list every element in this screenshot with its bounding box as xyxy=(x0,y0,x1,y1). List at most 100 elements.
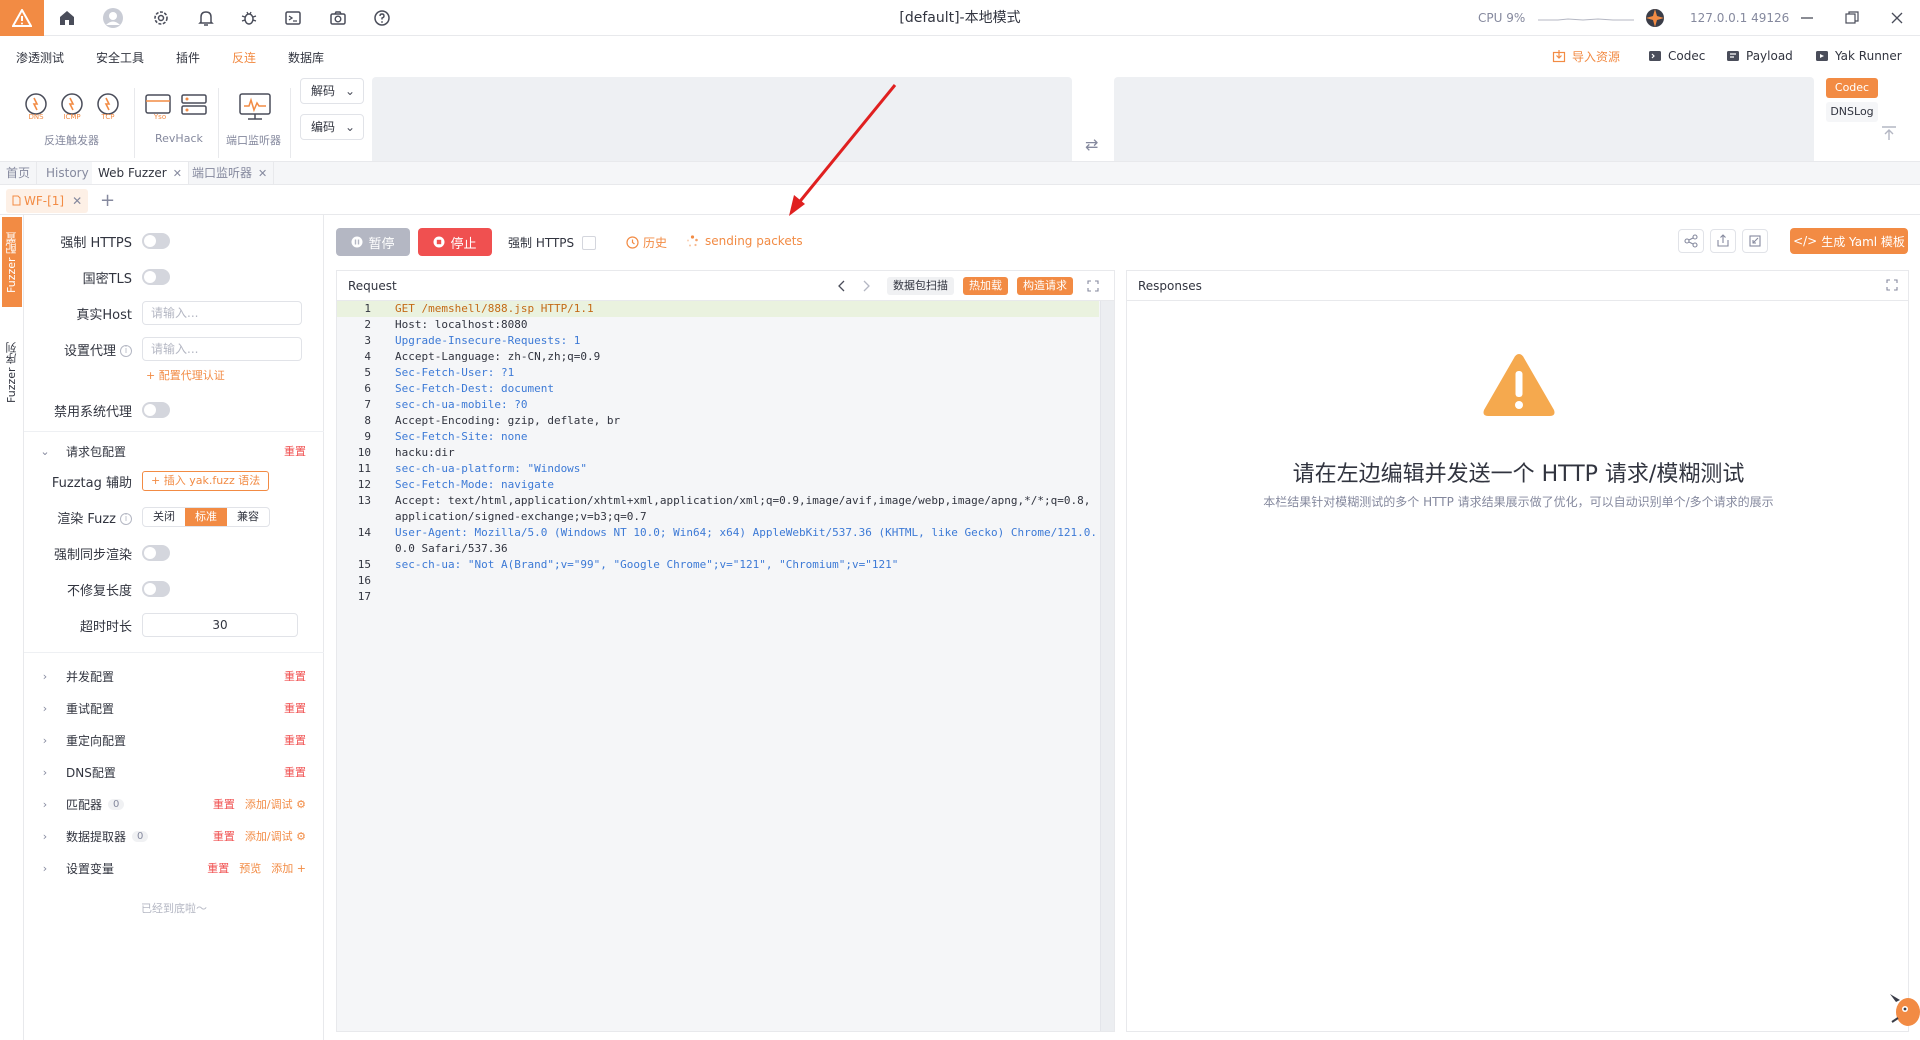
close-tab-icon[interactable]: ✕ xyxy=(173,167,182,180)
decode-select[interactable]: 解码 ⌄ xyxy=(300,78,364,104)
close-icon[interactable] xyxy=(1885,6,1909,30)
info-icon: i xyxy=(120,345,132,357)
timeout-input[interactable]: 30 xyxy=(142,613,298,637)
force-https-switch[interactable] xyxy=(142,233,170,249)
chevron-left-icon[interactable] xyxy=(837,280,847,292)
disable-sys-proxy-switch[interactable] xyxy=(142,402,170,418)
bell-icon[interactable] xyxy=(195,7,217,29)
render-option-compat[interactable]: 兼容 xyxy=(227,508,269,526)
menu-database[interactable]: 数据库 xyxy=(288,49,324,66)
yso-icon[interactable]: Yso xyxy=(144,92,172,120)
extractor-section[interactable]: › 数据提取器 0 重置 添加/调试 ⚙ xyxy=(24,823,324,849)
code-text: sec-ch-ua-mobile: ?0 xyxy=(395,398,528,411)
add-debug-link[interactable]: 添加/调试 ⚙ xyxy=(245,828,306,844)
dns-section[interactable]: › DNS配置 重置 xyxy=(24,759,324,785)
gm-tls-switch[interactable] xyxy=(142,269,170,285)
minimize-icon[interactable] xyxy=(1795,6,1819,30)
fullscreen-icon[interactable] xyxy=(1087,280,1099,292)
redirect-section[interactable]: › 重定向配置 重置 xyxy=(24,727,324,753)
dns-trigger-icon[interactable]: DNS xyxy=(22,92,50,120)
sync-render-switch[interactable] xyxy=(142,545,170,561)
bug-icon[interactable] xyxy=(238,7,260,29)
reset-link[interactable]: 重置 xyxy=(213,828,235,844)
chevron-right-icon[interactable] xyxy=(861,280,871,292)
real-host-input[interactable]: 请输入... xyxy=(142,301,302,325)
variables-section[interactable]: › 设置变量 重置 预览 添加 + xyxy=(24,855,324,881)
render-option-standard[interactable]: 标准 xyxy=(185,508,227,526)
terminal-icon[interactable] xyxy=(282,7,304,29)
port-monitor-icon[interactable] xyxy=(238,92,272,122)
editor-scrollbar[interactable] xyxy=(1100,301,1114,1031)
tab-port-monitor[interactable]: 端口监听器 ✕ xyxy=(186,162,275,184)
encode-select[interactable]: 编码 ⌄ xyxy=(300,114,364,140)
collapse-panel-icon[interactable] xyxy=(1880,124,1898,142)
reset-link[interactable]: 重置 xyxy=(207,860,229,876)
close-tab-icon[interactable]: ✕ xyxy=(258,167,267,180)
menu-pentest[interactable]: 渗透测试 xyxy=(16,49,64,66)
share-button[interactable] xyxy=(1678,229,1704,253)
restore-icon[interactable] xyxy=(1840,6,1864,30)
reset-link[interactable]: 重置 xyxy=(284,443,306,459)
tab-fuzzer-config[interactable]: Fuzzer 配置 xyxy=(2,217,22,307)
matcher-section[interactable]: › 匹配器 0 重置 添加/调试 ⚙ xyxy=(24,791,324,817)
settings-icon[interactable] xyxy=(150,7,172,29)
import-button[interactable] xyxy=(1742,229,1768,253)
import-resource-button[interactable]: 导入资源 xyxy=(1552,44,1620,68)
pause-button[interactable]: 暂停 xyxy=(336,228,410,256)
packet-scan-button[interactable]: 数据包扫描 xyxy=(887,277,954,295)
generate-yaml-button[interactable]: </> 生成 Yaml 模板 xyxy=(1790,228,1908,254)
icmp-trigger-icon[interactable]: ICMP xyxy=(58,92,86,120)
add-tab-icon[interactable]: + xyxy=(100,189,115,213)
menu-security-tools[interactable]: 安全工具 xyxy=(96,49,144,66)
history-button[interactable]: 历史 xyxy=(626,234,667,251)
tab-wf-1[interactable]: WF-[1] ✕ xyxy=(6,189,89,213)
codec-quick-button[interactable]: Codec xyxy=(1648,44,1705,68)
tab-home[interactable]: 首页 xyxy=(0,162,38,184)
payload-quick-button[interactable]: Payload xyxy=(1726,44,1793,68)
preview-link[interactable]: 预览 xyxy=(239,860,261,876)
menu-reverse[interactable]: 反连 xyxy=(232,49,256,66)
close-tab-icon[interactable]: ✕ xyxy=(72,194,82,208)
add-debug-link[interactable]: 添加/调试 ⚙ xyxy=(245,796,306,812)
export-button[interactable] xyxy=(1710,229,1736,253)
tab-codec[interactable]: Codec xyxy=(1826,78,1878,98)
force-https-checkbox[interactable] xyxy=(582,235,597,250)
request-config-section[interactable]: ⌄ 请求包配置 重置 xyxy=(24,438,324,464)
render-option-off[interactable]: 关闭 xyxy=(143,508,185,526)
tab-web-fuzzer[interactable]: Web Fuzzer ✕ xyxy=(92,162,189,184)
proxy-auth-link[interactable]: + 配置代理认证 xyxy=(146,367,225,383)
home-icon[interactable] xyxy=(56,7,78,29)
swap-icon[interactable]: ⇄ xyxy=(1085,135,1098,154)
proxy-input[interactable]: 请输入... xyxy=(142,337,302,361)
reset-link[interactable]: 重置 xyxy=(213,796,235,812)
user-icon[interactable] xyxy=(102,7,124,29)
yak-mascot-icon[interactable] xyxy=(1888,984,1920,1032)
request-editor[interactable]: 1 GET /memshell/888.jsp HTTP/1.1 2 Host: l… xyxy=(337,301,1114,1031)
engine-status-icon[interactable] xyxy=(1644,7,1666,32)
no-fix-length-switch[interactable] xyxy=(142,581,170,597)
reset-link[interactable]: 重置 xyxy=(284,764,306,780)
revhack-icon[interactable] xyxy=(180,92,208,120)
tab-dnslog[interactable]: DNSLog xyxy=(1826,102,1878,122)
insert-fuzz-button[interactable]: + 插入 yak.fuzz 语法 xyxy=(142,471,270,491)
reset-link[interactable]: 重置 xyxy=(284,732,306,748)
fullscreen-icon[interactable] xyxy=(1886,279,1898,291)
help-icon[interactable] xyxy=(371,7,393,29)
concurrency-section[interactable]: › 并发配置 重置 xyxy=(24,663,324,689)
yakit-logo[interactable] xyxy=(0,0,44,36)
force-https-toggle[interactable]: 强制 HTTPS xyxy=(508,234,597,251)
reset-link[interactable]: 重置 xyxy=(284,700,306,716)
retry-section[interactable]: › 重试配置 重置 xyxy=(24,695,324,721)
yak-runner-quick-button[interactable]: Yak Runner xyxy=(1815,44,1902,68)
tab-history[interactable]: History xyxy=(40,162,96,184)
add-variable-link[interactable]: 添加 + xyxy=(271,860,306,876)
tcp-trigger-icon[interactable]: TCP xyxy=(94,92,122,120)
menu-plugins[interactable]: 插件 xyxy=(176,49,200,66)
empty-state-title: 请在左边编辑并发送一个 HTTP 请求/模糊测试 xyxy=(1292,462,1745,487)
tab-fuzzer-sequence[interactable]: Fuzzer 序列 xyxy=(2,327,22,417)
hot-load-button[interactable]: 热加载 xyxy=(963,277,1008,295)
build-request-button[interactable]: 构造请求 xyxy=(1017,277,1073,295)
reset-link[interactable]: 重置 xyxy=(284,668,306,684)
camera-icon[interactable] xyxy=(327,7,349,29)
stop-button[interactable]: 停止 xyxy=(418,228,492,256)
